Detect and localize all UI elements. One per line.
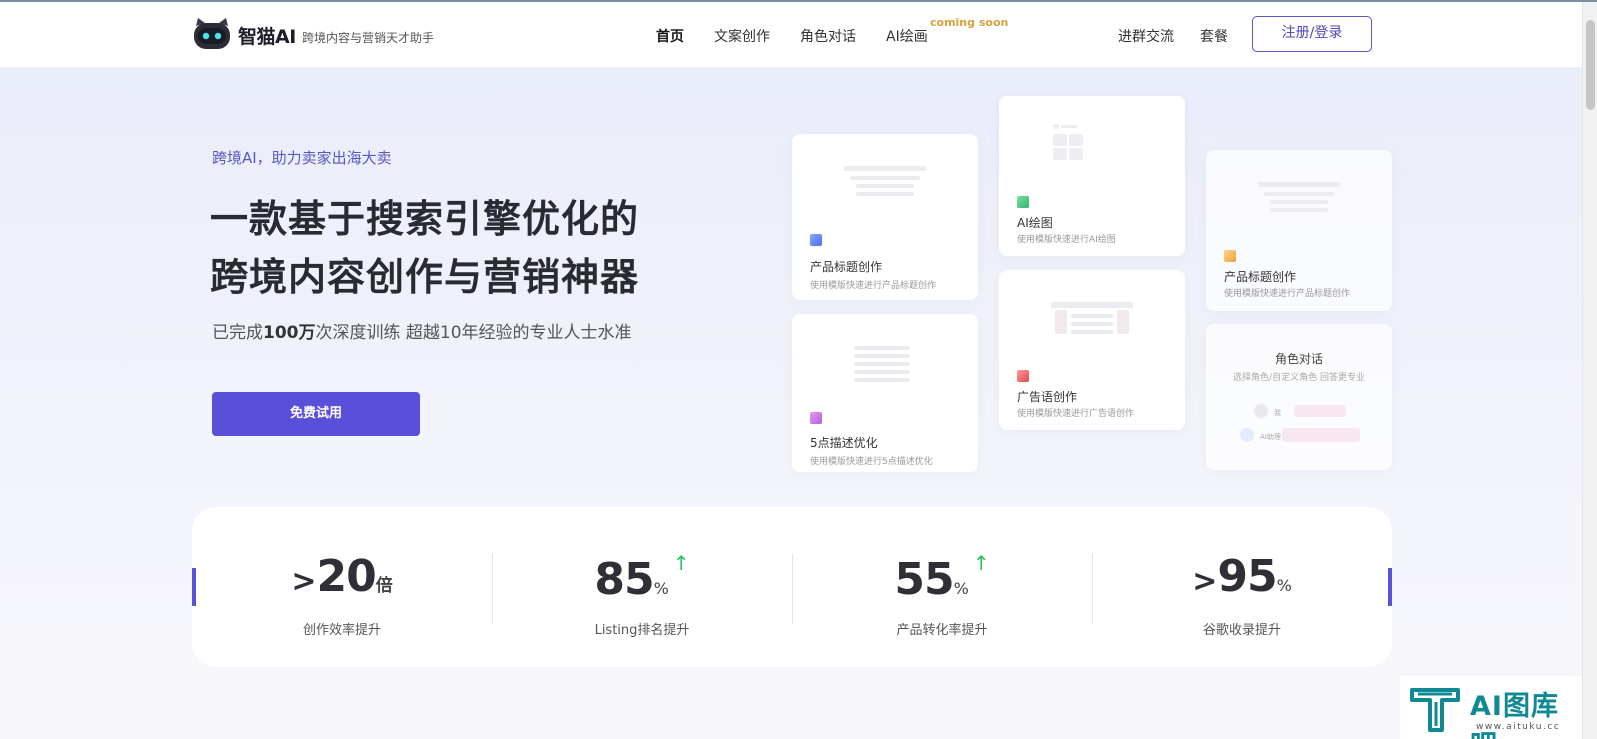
stat-conversion: 55%↑ 产品转化率提升 — [792, 507, 1092, 667]
card-title: 广告语创作 — [1017, 390, 1078, 404]
cube-green-icon — [1017, 196, 1029, 208]
stat-value: 55%↑ — [894, 551, 990, 605]
nav-item-join-group[interactable]: 进群交流 — [1118, 26, 1174, 46]
coming-soon-badge: coming soon — [930, 16, 1009, 29]
arrow-up-icon: ↑ — [672, 551, 690, 575]
nav-item-copywriting[interactable]: 文案创作 — [714, 26, 770, 46]
card-product-title-secondary[interactable]: 产品标题创作 使用模版快速进行产品标题创作 — [1206, 150, 1392, 311]
card-title: 产品标题创作 — [810, 260, 883, 274]
nav-item-home[interactable]: 首页 — [656, 26, 684, 46]
card-subtitle: 使用模版快速进行AI绘图 — [1017, 235, 1116, 245]
desc-prefix: 已完成 — [212, 323, 263, 343]
card-subtitle: 使用模版快速进行产品标题创作 — [1224, 289, 1351, 299]
nav-item-ai-painting[interactable]: AI绘画 — [886, 26, 928, 46]
hero-description: 已完成100万次深度训练 超越10年经验的专业人士水准 — [212, 318, 632, 343]
desc-suffix: 次深度训练 超越10年经验的专业人士水准 — [315, 323, 632, 343]
stat-google-index: >95% 谷歌收录提升 — [1092, 507, 1392, 667]
nav-item-role-chat[interactable]: 角色对话 — [800, 26, 856, 46]
stat-label: 产品转化率提升 — [896, 623, 988, 638]
ai-label: AI助理 — [1260, 433, 1281, 441]
card-ad-copy[interactable]: 广告语创作 使用模版快速进行广告语创作 — [999, 270, 1185, 430]
top-nav: 智猫AI 跨境内容与营销天才助手 首页 文案创作 角色对话 AI绘画 comin… — [0, 2, 1582, 68]
stat-value: >95% — [1192, 551, 1292, 602]
stat-label: 创作效率提升 — [302, 623, 381, 638]
card-five-point[interactable]: 5点描述优化 使用模版快速进行5点描述优化 — [792, 314, 978, 472]
nav-item-plans[interactable]: 套餐 — [1200, 26, 1228, 46]
page-scrollbar[interactable] — [1582, 2, 1597, 739]
arrow-up-icon: ↑ — [972, 551, 990, 575]
cube-red-icon — [1017, 370, 1029, 382]
me-label: 我 — [1274, 409, 1281, 417]
cube-blue-icon — [810, 234, 822, 246]
cat-robot-logo-icon[interactable] — [192, 16, 232, 52]
role-chat-title: 角色对话 — [1274, 352, 1323, 366]
card-subtitle: 使用模版快速进行产品标题创作 — [810, 281, 937, 291]
ai-robot-icon — [1240, 428, 1254, 442]
card-ai-drawing[interactable]: AI绘图 使用模版快速进行AI绘图 — [999, 96, 1185, 256]
card-title: AI绘图 — [1017, 216, 1053, 230]
stat-value: 85%↑ — [594, 551, 690, 605]
card-role-chat[interactable]: 角色对话 选择角色/自定义角色 回答更专业 我 AI助理 — [1206, 324, 1392, 470]
card-subtitle: 使用模版快速进行5点描述优化 — [810, 457, 933, 467]
hero-headline-line2: 跨境内容创作与营销神器 — [210, 255, 640, 299]
hero-kicker: 跨境AI，助力卖家出海大卖 — [212, 149, 392, 167]
brand-slogan: 跨境内容与营销天才助手 — [302, 31, 435, 45]
watermark: AI图库吧 www.aituku.cc — [1400, 676, 1582, 739]
watermark-url: www.aituku.cc — [1476, 722, 1561, 732]
role-chat-subtitle: 选择角色/自定义角色 回答更专业 — [1233, 373, 1365, 383]
stat-listing-rank: 85%↑ Listing排名提升 — [492, 507, 792, 667]
card-title: 5点描述优化 — [810, 436, 878, 450]
hero-headline: 一款基于搜索引擎优化的 跨境内容创作与营销神器 — [210, 190, 639, 306]
brand-name[interactable]: 智猫AI — [238, 22, 296, 49]
user-avatar-icon — [1254, 404, 1268, 418]
desc-highlight: 100万 — [263, 323, 316, 343]
card-title: 产品标题创作 — [1224, 270, 1297, 284]
hero-headline-line1: 一款基于搜索引擎优化的 — [210, 197, 640, 241]
stat-value: >20倍 — [291, 551, 393, 602]
login-register-button[interactable]: 注册/登录 — [1252, 16, 1372, 52]
stat-label: 谷歌收录提升 — [1202, 623, 1281, 638]
cube-purple-icon — [810, 412, 822, 424]
stat-label: Listing排名提升 — [594, 623, 690, 638]
scrollbar-thumb[interactable] — [1586, 20, 1595, 110]
aituku-logo-icon — [1410, 688, 1460, 732]
stats-panel: >20倍 创作效率提升 85%↑ Listing排名提升 55%↑ 产品转化率提… — [192, 507, 1392, 667]
stat-efficiency: >20倍 创作效率提升 — [192, 507, 492, 667]
card-product-title[interactable]: 产品标题创作 使用模版快速进行产品标题创作 — [792, 134, 978, 300]
free-trial-button[interactable]: 免费试用 — [212, 392, 420, 436]
cube-orange-icon — [1224, 250, 1236, 262]
card-subtitle: 使用模版快速进行广告语创作 — [1017, 409, 1135, 419]
